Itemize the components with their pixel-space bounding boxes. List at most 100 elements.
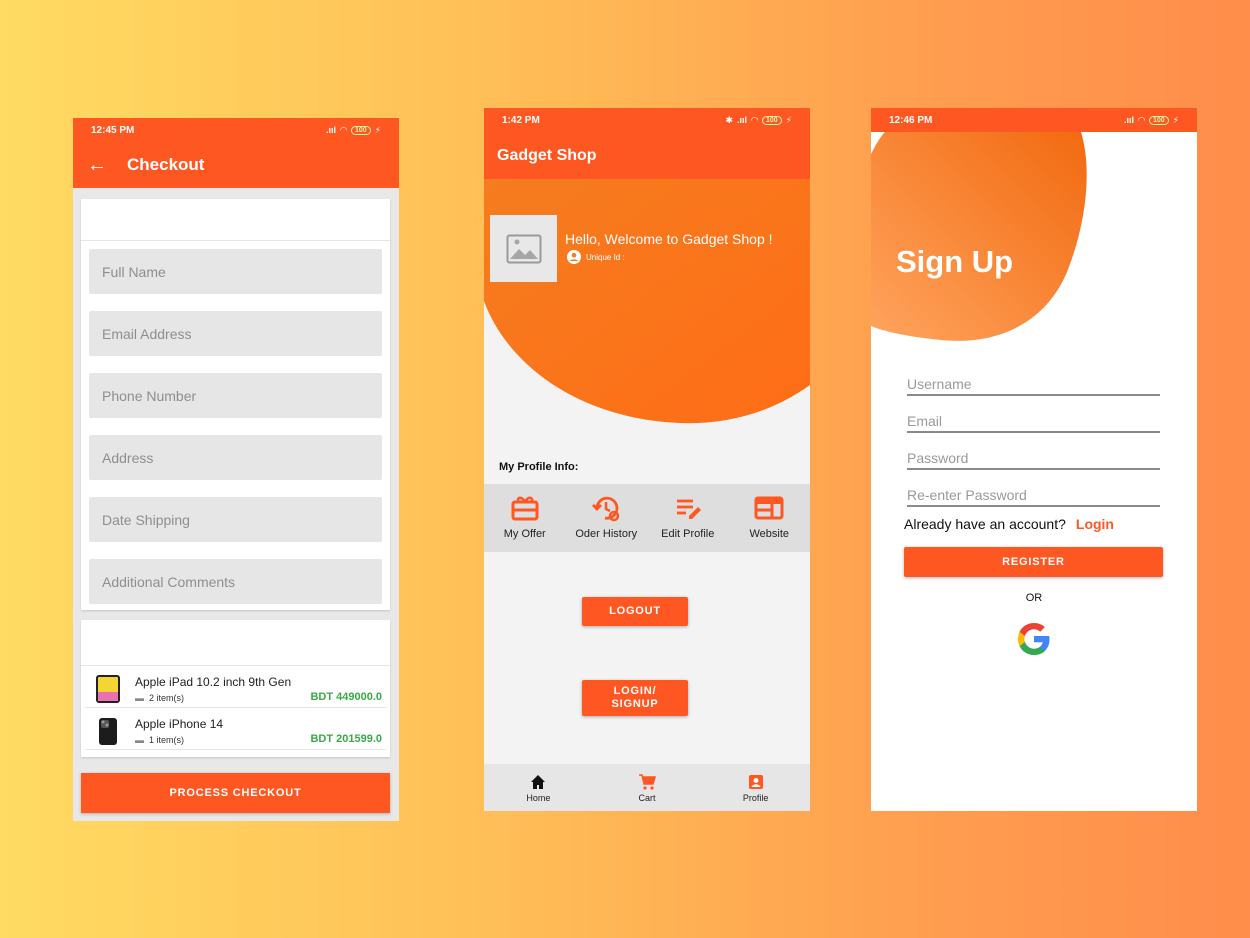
menu-item-label: My Offer	[503, 528, 546, 540]
status-bar: 12:45 PM .ııl ◠ 100 ⚡	[73, 118, 399, 142]
charging-icon: ⚡	[785, 114, 792, 125]
checkout-screen: 12:45 PM .ııl ◠ 100 ⚡ ← Checkout Full Na…	[73, 118, 399, 821]
checkout-header: 12:45 PM .ııl ◠ 100 ⚡ ← Checkout	[73, 118, 399, 188]
signal-icon: .ııl	[737, 115, 748, 125]
google-icon[interactable]	[1013, 618, 1055, 660]
account-circle-icon	[567, 250, 581, 264]
product-name: Apple iPad 10.2 inch 9th Gen	[135, 675, 292, 689]
charging-icon: ⚡	[374, 124, 381, 135]
have-account-line: Already have an account? Login	[904, 516, 1114, 532]
battery-icon: 100	[350, 125, 371, 135]
nav-item-cart[interactable]: Cart	[593, 764, 702, 811]
username-field[interactable]: Username	[907, 370, 1160, 396]
full-name-input[interactable]: Full Name	[89, 249, 382, 294]
product-price: BDT 201599.0	[310, 733, 382, 745]
nav-label: Cart	[638, 793, 656, 803]
login-label-line1: LOGIN/	[613, 685, 657, 697]
menu-item-order-history[interactable]: Oder History	[566, 484, 648, 552]
battery-icon: 100	[761, 115, 782, 125]
product-qty: ▬ 1 item(s)	[135, 735, 184, 745]
product-qty: ▬ 2 item(s)	[135, 693, 184, 703]
bottom-navigation: Home Cart Profile	[484, 764, 810, 811]
cart-icon	[639, 774, 656, 790]
login-signup-label: LOGIN/SIGNUP	[612, 685, 659, 711]
wifi-icon: ◠	[751, 114, 758, 125]
date-shipping-input[interactable]: Date Shipping	[89, 497, 382, 542]
profile-icon	[748, 775, 763, 789]
profile-header: 1:42 PM ✱ .ııl ◠ 100 ⚡ Gadget Shop	[484, 108, 810, 179]
status-time: 12:46 PM	[889, 114, 933, 126]
register-button[interactable]: REGISTER	[904, 547, 1163, 577]
gift-icon	[511, 496, 539, 521]
password-field[interactable]: Password	[907, 444, 1160, 470]
email-address-input[interactable]: Email Address	[89, 311, 382, 356]
product-name: Apple iPhone 14	[135, 717, 224, 731]
menu-item-edit-profile[interactable]: Edit Profile	[647, 484, 729, 552]
product-price: BDT 449000.0	[310, 691, 382, 703]
login-link[interactable]: Login	[1076, 516, 1114, 532]
email-field[interactable]: Email	[907, 407, 1160, 433]
nav-label: Profile	[742, 793, 769, 803]
history-icon	[592, 496, 620, 522]
image-placeholder-icon	[506, 234, 541, 263]
product-qty-text: 1 item(s)	[149, 735, 185, 745]
checkout-form: Full Name Email Address Phone Number Add…	[81, 199, 390, 610]
battery-icon: 100	[1148, 115, 1169, 125]
ipad-thumbnail	[96, 675, 120, 703]
list-item[interactable]: Apple iPhone 14 ▬ 1 item(s) BDT 201599.0	[85, 708, 386, 750]
reenter-password-field[interactable]: Re-enter Password	[907, 481, 1160, 507]
section-title: My Profile Info:	[499, 461, 579, 473]
menu-item-label: Oder History	[575, 528, 638, 540]
logout-button[interactable]: LOGOUT	[582, 597, 688, 626]
menu-item-my-offer[interactable]: My Offer	[484, 484, 566, 552]
status-bar: 12:46 PM .ııl ◠ 100 ⚡	[871, 108, 1197, 132]
or-divider: OR	[1025, 592, 1043, 604]
iphone-thumbnail	[99, 718, 117, 745]
list-item[interactable]: Apple iPad 10.2 inch 9th Gen ▬ 2 item(s)…	[85, 666, 386, 708]
status-time: 12:45 PM	[91, 124, 135, 136]
form-header	[81, 199, 390, 241]
order-list: Apple iPad 10.2 inch 9th Gen ▬ 2 item(s)…	[81, 620, 390, 757]
page-title: Gadget Shop	[497, 146, 597, 164]
unique-id-label: Unique Id :	[586, 252, 625, 262]
signal-icon: .ııl	[326, 125, 337, 135]
login-signup-button[interactable]: LOGIN/SIGNUP	[582, 680, 688, 716]
nav-item-home[interactable]: Home	[484, 764, 593, 811]
back-arrow-icon[interactable]: ←	[87, 154, 127, 177]
bluetooth-icon: ✱	[725, 114, 734, 125]
wifi-icon: ◠	[340, 124, 347, 135]
unique-id: Unique Id :	[567, 250, 625, 264]
page-title: Sign Up	[896, 244, 1014, 279]
order-list-header	[81, 620, 390, 666]
wifi-icon: ◠	[1138, 114, 1145, 125]
charging-icon: ⚡	[1172, 114, 1179, 125]
phone-number-input[interactable]: Phone Number	[89, 373, 382, 418]
product-qty-text: 2 item(s)	[149, 693, 185, 703]
home-icon	[531, 775, 546, 789]
additional-comments-input[interactable]: Additional Comments	[89, 559, 382, 604]
have-account-text: Already have an account?	[904, 516, 1066, 532]
process-checkout-button[interactable]: PROCESS CHECKOUT	[81, 773, 390, 813]
signup-screen: 12:46 PM .ııl ◠ 100 ⚡ Sign Up Username E…	[871, 108, 1197, 811]
nav-item-profile[interactable]: Profile	[701, 764, 810, 811]
signal-icon: .ııl	[1124, 115, 1135, 125]
status-icons: .ııl ◠ 100 ⚡	[1124, 115, 1179, 126]
menu-item-label: Edit Profile	[661, 528, 715, 540]
status-icons: .ııl ◠ 100 ⚡	[326, 125, 381, 136]
folder-icon: ▬	[135, 693, 144, 703]
edit-icon	[676, 499, 701, 519]
header-blob	[871, 132, 1087, 341]
folder-icon: ▬	[135, 735, 144, 745]
welcome-text: Hello, Welcome to Gadget Shop !	[565, 231, 773, 247]
nav-label: Home	[526, 793, 551, 803]
status-icons: ✱ .ııl ◠ 100 ⚡	[726, 115, 793, 126]
page-title: Checkout	[127, 155, 205, 174]
status-bar: 1:42 PM ✱ .ııl ◠ 100 ⚡	[484, 108, 810, 132]
address-input[interactable]: Address	[89, 435, 382, 480]
menu-item-website[interactable]: Website	[729, 484, 811, 552]
login-label-line2: SIGNUP	[611, 698, 659, 710]
avatar[interactable]	[490, 215, 557, 282]
menu-item-label: Website	[749, 528, 790, 540]
web-icon	[754, 496, 784, 520]
status-time: 1:42 PM	[502, 114, 540, 126]
